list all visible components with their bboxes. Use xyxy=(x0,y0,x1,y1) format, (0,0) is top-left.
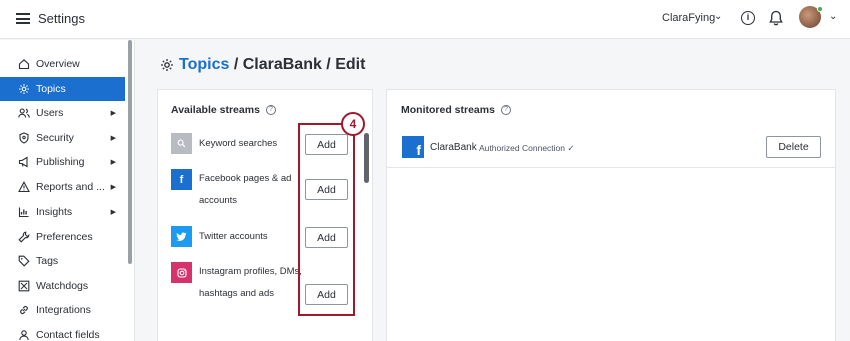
breadcrumb-topics-link[interactable]: Topics xyxy=(179,56,229,74)
sidebar-item-label: Overview xyxy=(36,58,80,70)
app-title: Settings xyxy=(38,11,85,26)
available-streams-title: Available streams xyxy=(171,104,260,116)
sidebar-item-watchdogs[interactable]: Watchdogs xyxy=(0,274,125,298)
info-icon[interactable]: i xyxy=(741,11,755,25)
sidebar-item-publishing[interactable]: Publishing ▶ xyxy=(0,150,125,174)
step-badge: 4 xyxy=(341,112,365,136)
twitter-icon xyxy=(171,226,192,247)
status-text: Authorized Connection xyxy=(479,143,566,153)
caret-right-icon: ▶ xyxy=(110,110,116,117)
monitored-stream-status: Authorized Connection ✓ xyxy=(479,143,575,154)
sidebar-item-tags[interactable]: Tags xyxy=(0,249,125,273)
stream-label-search: Keyword searches xyxy=(199,138,278,149)
monitored-streams-panel: Monitored streams ? f ClaraBank Authoriz… xyxy=(386,89,836,341)
gear-icon xyxy=(161,59,173,71)
warning-icon xyxy=(18,181,30,193)
sidebar-item-label: Topics xyxy=(36,83,66,95)
sidebar: Overview Topics Users ▶ Security ▶ Publishing ▶… xyxy=(0,40,135,341)
wrench-icon xyxy=(18,231,30,243)
sidebar-scrollbar[interactable] xyxy=(128,40,132,264)
sidebar-item-label: Watchdogs xyxy=(36,280,89,292)
online-status-dot xyxy=(817,6,823,12)
shield-icon xyxy=(18,132,30,144)
divider xyxy=(387,167,835,168)
person-icon xyxy=(18,329,30,341)
check-icon: ✓ xyxy=(567,143,575,153)
delete-button[interactable]: Delete xyxy=(766,136,821,158)
users-icon xyxy=(18,107,30,119)
help-icon[interactable]: ? xyxy=(265,105,276,115)
sidebar-item-label: Security xyxy=(36,132,74,144)
user-menu-name[interactable]: ClaraFying xyxy=(662,12,715,24)
sidebar-item-topics[interactable]: Topics xyxy=(0,77,125,101)
caret-right-icon: ▶ xyxy=(110,135,116,142)
monitored-streams-title: Monitored streams xyxy=(401,104,495,116)
chevron-down-icon[interactable]: ⌄ xyxy=(714,11,722,22)
sidebar-item-users[interactable]: Users ▶ xyxy=(0,101,125,125)
hamburger-menu-icon[interactable] xyxy=(16,13,30,24)
sidebar-item-overview[interactable]: Overview xyxy=(0,52,125,76)
sidebar-item-contact-fields[interactable]: Contact fields xyxy=(0,323,125,341)
sidebar-item-insights[interactable]: Insights ▶ xyxy=(0,200,125,224)
monitored-stream-name: ClaraBank xyxy=(430,142,477,153)
panel-scrollbar[interactable] xyxy=(364,133,369,183)
link-icon xyxy=(18,304,30,316)
top-bar: Settings ClaraFying ⌄ i ⌄ xyxy=(0,0,850,39)
hourglass-icon xyxy=(18,280,30,292)
sidebar-item-preferences[interactable]: Preferences xyxy=(0,225,125,249)
page-title: Topics / ClaraBank / Edit xyxy=(160,56,365,74)
chart-icon xyxy=(18,206,30,218)
sidebar-item-integrations[interactable]: Integrations xyxy=(0,298,125,322)
facebook-icon: f xyxy=(171,169,192,190)
gear-icon xyxy=(18,83,30,95)
sidebar-item-label: Preferences xyxy=(36,231,93,243)
facebook-icon: f xyxy=(402,136,424,158)
megaphone-icon xyxy=(18,156,30,168)
sidebar-item-label: Insights xyxy=(36,206,73,218)
tag-icon xyxy=(18,255,30,267)
stream-label-twitter: Twitter accounts xyxy=(199,231,268,242)
sidebar-item-label: Publishing xyxy=(36,156,85,168)
sidebar-item-label: Users xyxy=(36,107,64,119)
bell-icon[interactable] xyxy=(769,10,783,26)
sidebar-item-label: Reports and ... xyxy=(36,181,105,193)
caret-right-icon: ▶ xyxy=(110,209,116,216)
sidebar-item-reports-and[interactable]: Reports and ... ▶ xyxy=(0,175,125,199)
sidebar-item-label: Contact fields xyxy=(36,329,100,341)
available-streams-heading: Available streams ? xyxy=(171,104,276,116)
caret-right-icon: ▶ xyxy=(110,159,116,166)
highlight-box xyxy=(298,123,355,316)
stream-label-facebook: Facebook pages & ad accounts xyxy=(199,173,292,206)
instagram-icon xyxy=(171,262,192,283)
home-icon xyxy=(18,58,30,70)
sidebar-item-label: Integrations xyxy=(36,304,91,316)
monitored-streams-heading: Monitored streams ? xyxy=(401,104,511,116)
help-icon[interactable]: ? xyxy=(500,105,511,115)
chevron-down-icon[interactable]: ⌄ xyxy=(829,11,837,22)
caret-right-icon: ▶ xyxy=(110,184,116,191)
stream-label-instagram: Instagram profiles, DMs, hashtags and ad… xyxy=(199,266,302,299)
sidebar-item-label: Tags xyxy=(36,255,59,267)
breadcrumb-rest: / ClaraBank / Edit xyxy=(229,56,366,73)
sidebar-item-security[interactable]: Security ▶ xyxy=(0,126,125,150)
search-icon xyxy=(171,133,192,154)
